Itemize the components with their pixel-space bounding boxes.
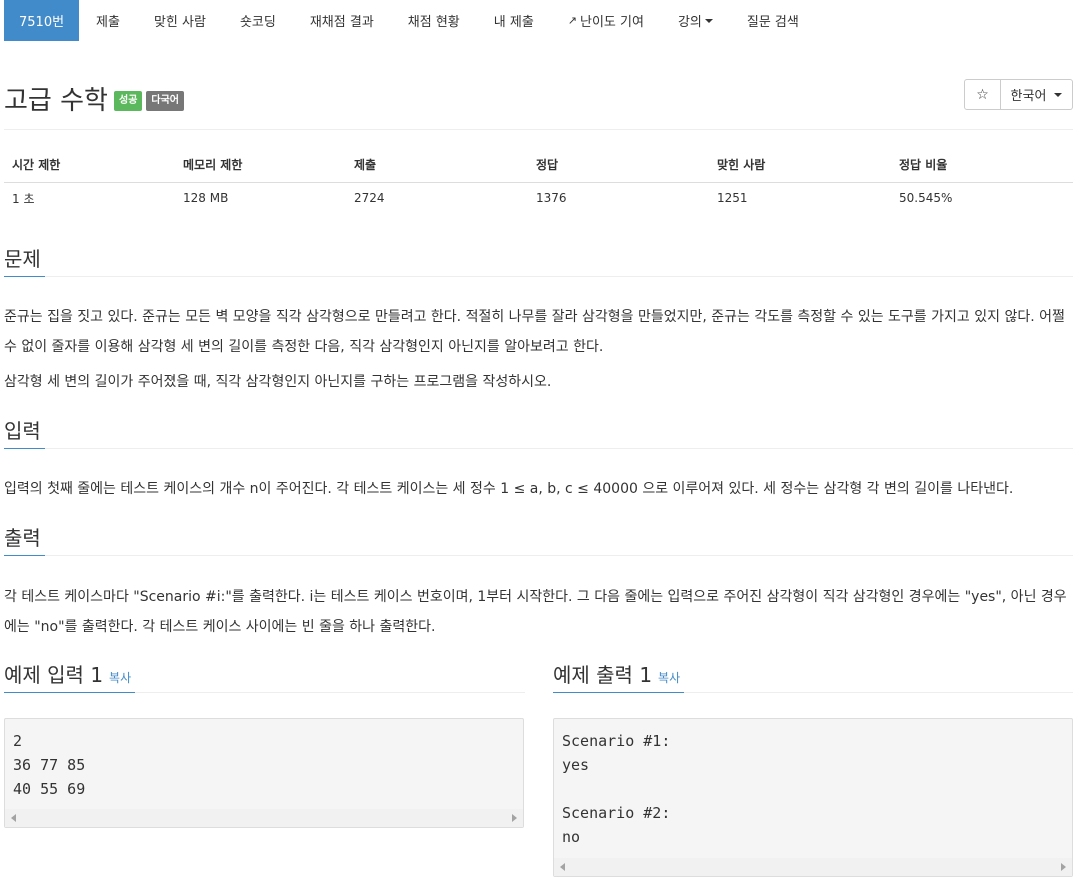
tab-solved-users[interactable]: 맞힌 사람 [137,0,223,41]
tab-judge-status[interactable]: 채점 현황 [391,0,477,41]
input-description: 입력의 첫째 줄에는 테스트 케이스의 개수 n이 주어진다. 각 테스트 케이… [4,481,1014,497]
description-paragraph-2: 삼각형 세 변의 길이가 주어졌을 때, 직각 삼각형인지 아닌지를 구하는 프… [4,374,552,390]
scroll-right-icon[interactable] [512,814,517,822]
header-actions: ☆ 한국어 [964,79,1073,110]
multilang-badge: 다국어 [146,91,185,111]
section-input: 입력 [4,417,1073,449]
problem-header: 고급 수학 성공 다국어 ☆ 한국어 [4,74,1073,130]
problem-info-table: 시간 제한 메모리 제한 제출 정답 맞힌 사람 정답 비율 1 초 128 M… [4,148,1073,214]
problem-nav: 7510번 제출 맞힌 사람 숏코딩 재채점 결과 채점 현황 내 제출 ↗ 난이… [4,0,816,41]
tab-difficulty-contribution[interactable]: ↗ 난이도 기여 [551,0,661,41]
accept-ratio-value: 50.545% [899,191,953,206]
sample-input-content: 2 36 77 85 40 55 69 [13,732,86,798]
scroll-left-icon[interactable] [560,863,565,871]
tab-my-submissions[interactable]: 내 제출 [477,0,551,41]
column-memory-limit: 메모리 제한 [175,148,346,183]
tab-problem[interactable]: 7510번 [4,0,80,41]
submissions-value: 2724 [354,191,385,206]
section-description: 문제 [4,245,1073,277]
sample-output-content: Scenario #1: yes Scenario #2: no [562,732,671,846]
horizontal-scrollbar[interactable] [554,858,1072,876]
section-output: 출력 [4,524,1073,556]
scroll-left-icon[interactable] [11,814,16,822]
copy-sample-output-button[interactable]: 복사 [658,671,680,685]
language-label: 한국어 [1010,89,1047,104]
sample-output-heading: 예제 출력 1 복사 [553,661,685,693]
status-badge-success: 성공 [114,91,143,111]
copy-sample-input-button[interactable]: 복사 [109,671,131,685]
external-link-icon: ↗ [567,14,577,27]
tab-submit[interactable]: 제출 [79,0,137,41]
language-dropdown[interactable]: 한국어 [1001,79,1073,110]
star-icon: ☆ [976,86,989,103]
section-sample-output: 예제 출력 1 복사 [553,661,1073,693]
section-sample-input: 예제 입력 1 복사 [4,661,525,693]
star-button[interactable]: ☆ [964,79,1001,110]
tab-rejudge-results[interactable]: 재채점 결과 [293,0,391,41]
tab-lectures[interactable]: 강의 [661,0,730,41]
solved-users-value: 1251 [717,191,748,206]
column-accepted: 정답 [528,148,709,183]
sample-input-box[interactable]: 2 36 77 85 40 55 69 [4,718,524,828]
section-heading-input: 입력 [4,417,45,449]
scroll-right-icon[interactable] [1061,863,1066,871]
time-limit-value: 1 초 [12,191,35,206]
chevron-down-icon [1054,92,1063,97]
sample-input-heading: 예제 입력 1 복사 [4,661,136,693]
chevron-down-icon [704,18,713,23]
tab-short-coding[interactable]: 숏코딩 [223,0,293,41]
output-description: 각 테스트 케이스마다 "Scenario #i:"를 출력한다. i는 테스트… [4,589,1067,635]
description-paragraph-1: 준규는 집을 짓고 있다. 준규는 모든 벽 모양을 직각 삼각형으로 만들려고… [4,309,1065,355]
accepted-value: 1376 [536,191,567,206]
column-submissions: 제출 [346,148,528,183]
column-solved-users: 맞힌 사람 [709,148,891,183]
section-heading-description: 문제 [4,245,45,277]
tab-question-search[interactable]: 질문 검색 [730,0,816,41]
column-accept-ratio: 정답 비율 [891,148,1073,183]
memory-limit-value: 128 MB [183,191,229,206]
section-heading-output: 출력 [4,524,45,556]
table-header-row: 시간 제한 메모리 제한 제출 정답 맞힌 사람 정답 비율 [4,148,1073,183]
table-row: 1 초 128 MB 2724 1376 1251 50.545% [4,182,1073,214]
page-title: 고급 수학 [4,86,108,116]
sample-output-box[interactable]: Scenario #1: yes Scenario #2: no [553,718,1073,877]
problem-badges: 성공 다국어 [114,91,185,111]
horizontal-scrollbar[interactable] [5,809,523,827]
column-time-limit: 시간 제한 [4,148,175,183]
